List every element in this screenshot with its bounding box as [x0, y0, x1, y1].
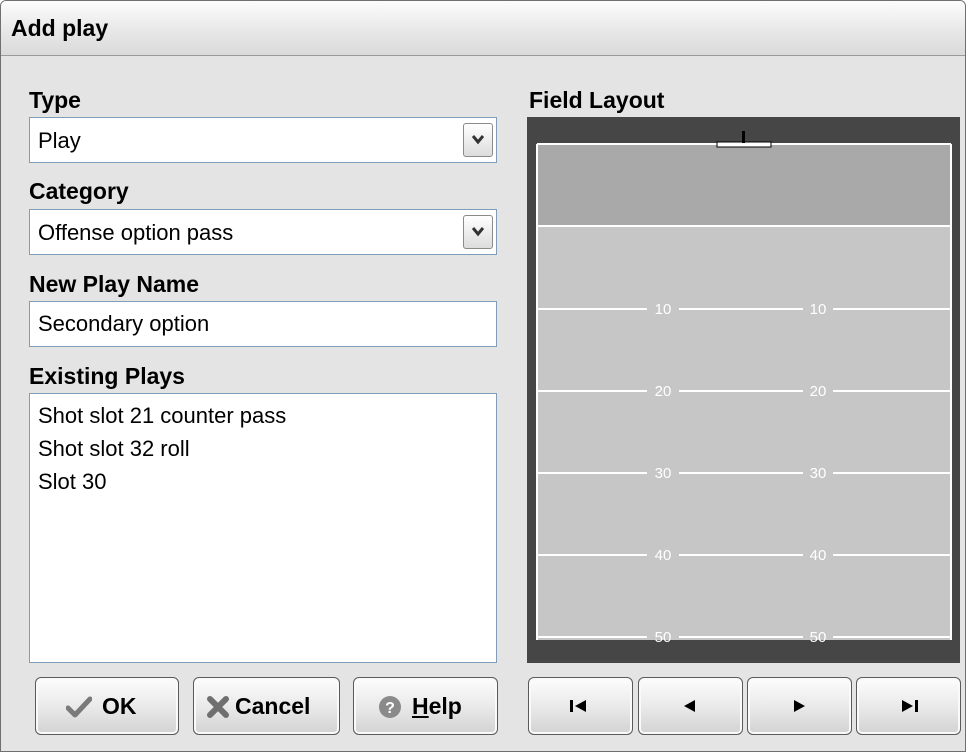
yard-number: 20 [655, 383, 672, 400]
existing-plays-list[interactable]: Shot slot 21 counter pass Shot slot 32 r… [29, 393, 497, 663]
last-button[interactable] [856, 677, 961, 735]
field-layout: 10 10 20 20 30 30 40 40 50 50 [527, 117, 960, 663]
last-icon [902, 700, 918, 712]
category-select[interactable]: Offense option pass [29, 209, 497, 255]
type-value: Play [38, 128, 81, 153]
goal-post-icon [716, 131, 772, 148]
cancel-label: Cancel [235, 693, 311, 719]
title-bar[interactable]: Add play [1, 1, 965, 56]
field-layout-label: Field Layout [529, 87, 665, 113]
yard-number: 50 [655, 629, 672, 646]
yard-number: 10 [810, 301, 827, 318]
play-name-label: New Play Name [29, 271, 200, 297]
cancel-button[interactable]: Cancel [193, 677, 340, 735]
checkmark-icon [66, 696, 92, 718]
yard-number: 20 [810, 383, 827, 400]
field-turf [537, 226, 951, 640]
category-dropdown-button[interactable] [463, 215, 493, 249]
category-value: Offense option pass [38, 220, 234, 245]
yard-number: 10 [655, 301, 672, 318]
type-select[interactable]: Play [29, 117, 497, 163]
help-icon: ? [379, 696, 401, 718]
end-zone [537, 144, 951, 226]
play-name-input[interactable] [30, 302, 496, 346]
existing-plays-label: Existing Plays [29, 363, 185, 389]
add-play-dialog: Add play Type Play Category Offense opti… [0, 0, 966, 752]
first-button[interactable] [528, 677, 633, 735]
yard-number: 30 [655, 465, 672, 482]
category-label: Category [29, 178, 129, 204]
list-item[interactable]: Shot slot 32 roll [38, 436, 190, 462]
yard-number: 40 [655, 547, 672, 564]
type-dropdown-button[interactable] [463, 123, 493, 157]
list-item[interactable]: Shot slot 21 counter pass [38, 403, 286, 429]
ok-button[interactable]: OK [35, 677, 179, 735]
help-label: Help [412, 693, 462, 719]
first-icon [570, 700, 586, 712]
yard-number: 40 [810, 547, 827, 564]
yard-number: 50 [810, 629, 827, 646]
x-icon [207, 696, 229, 718]
list-item[interactable]: Slot 30 [38, 469, 107, 495]
type-label: Type [29, 87, 81, 113]
yard-number: 30 [810, 465, 827, 482]
ok-label: OK [102, 693, 137, 719]
previous-button[interactable] [638, 677, 743, 735]
next-button[interactable] [747, 677, 852, 735]
chevron-down-icon [472, 135, 484, 145]
next-icon [794, 700, 805, 712]
window-title: Add play [11, 15, 109, 41]
play-name-field[interactable] [29, 301, 497, 347]
help-button[interactable]: ? Help [353, 677, 498, 735]
chevron-down-icon [472, 227, 484, 237]
previous-icon [684, 700, 695, 712]
svg-text:?: ? [385, 700, 395, 717]
football-field: 10 10 20 20 30 30 40 40 50 50 [536, 131, 952, 646]
